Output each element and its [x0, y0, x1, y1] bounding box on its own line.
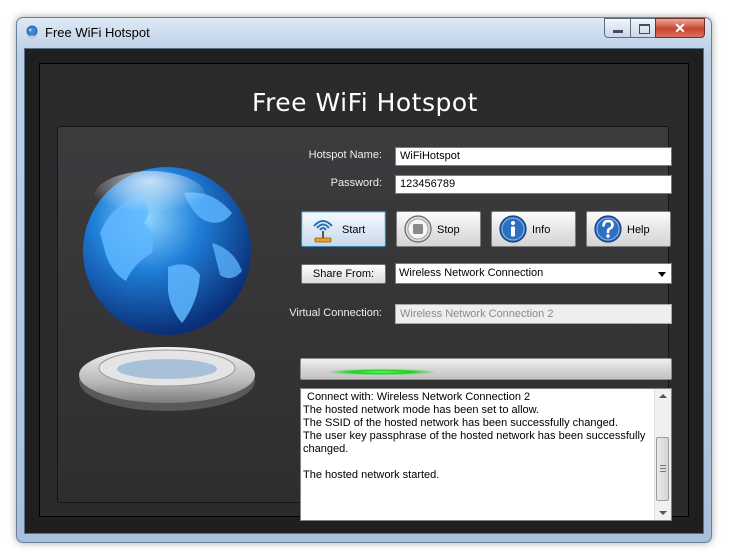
help-button-label: Help — [627, 224, 650, 236]
share-from-select[interactable]: Wireless Network Connection — [395, 263, 672, 284]
log-line: The hosted network started. — [303, 469, 440, 481]
minimize-icon — [613, 30, 623, 33]
main-panel: Free WiFi Hotspot Hotspot Name: WiFiHots… — [39, 63, 689, 521]
minimize-button[interactable] — [604, 18, 631, 38]
status-progress-bar — [300, 358, 672, 380]
share-from-button[interactable]: Share From: — [301, 264, 386, 284]
start-button[interactable]: Start — [301, 211, 386, 247]
scroll-up-icon[interactable] — [659, 394, 667, 398]
title-bar[interactable]: Free WiFi Hotspot ✕ — [17, 18, 711, 48]
progress-glow — [329, 369, 434, 375]
close-icon: ✕ — [674, 20, 686, 36]
password-input[interactable]: 123456789 — [395, 175, 672, 194]
info-button-label: Info — [532, 224, 551, 236]
scroll-thumb[interactable] — [656, 437, 669, 501]
window-title: Free WiFi Hotspot — [45, 25, 150, 40]
log-line: The SSID of the hosted network has been … — [303, 417, 618, 429]
help-icon — [594, 215, 622, 243]
scroll-down-icon[interactable] — [659, 511, 667, 515]
share-from-value: Wireless Network Connection — [399, 267, 544, 279]
info-button[interactable]: Info — [491, 211, 576, 247]
app-window: Free WiFi Hotspot ✕ Free WiFi Hotspot Ho… — [16, 17, 712, 543]
maximize-button[interactable] — [630, 18, 656, 38]
log-textarea[interactable]: Connect with: Wireless Network Connectio… — [300, 388, 672, 521]
log-line: Connect with: Wireless Network Connectio… — [307, 391, 531, 403]
page-title: Free WiFi Hotspot — [252, 88, 478, 117]
log-line: The user key passphrase of the hosted ne… — [303, 430, 646, 455]
hotspot-name-label: Hotspot Name: — [308, 149, 382, 161]
maximize-icon — [639, 24, 650, 34]
log-content: Connect with: Wireless Network Connectio… — [303, 391, 653, 482]
password-label: Password: — [330, 177, 382, 189]
stop-button[interactable]: Stop — [396, 211, 481, 247]
wifi-antenna-icon — [313, 220, 333, 243]
help-button[interactable]: Help — [586, 211, 671, 247]
info-icon — [499, 215, 527, 243]
close-button[interactable]: ✕ — [655, 18, 705, 38]
hotspot-name-input[interactable]: WiFiHotspot — [395, 147, 672, 166]
globe-graphic — [79, 167, 255, 411]
chevron-down-icon — [658, 272, 666, 277]
virtual-connection-field: Wireless Network Connection 2 — [395, 304, 672, 324]
start-button-label: Start — [342, 224, 366, 236]
log-line: The hosted network mode has been set to … — [303, 404, 540, 416]
content-panel: Hotspot Name: WiFiHotspot Password: 1234… — [57, 126, 672, 521]
client-area: Free WiFi Hotspot Hotspot Name: WiFiHots… — [24, 48, 704, 534]
stop-icon — [404, 215, 432, 243]
virtual-connection-label: Virtual Connection: — [289, 307, 382, 319]
log-scrollbar[interactable] — [654, 389, 671, 520]
globe-icon — [26, 25, 38, 39]
stop-button-label: Stop — [437, 224, 460, 236]
